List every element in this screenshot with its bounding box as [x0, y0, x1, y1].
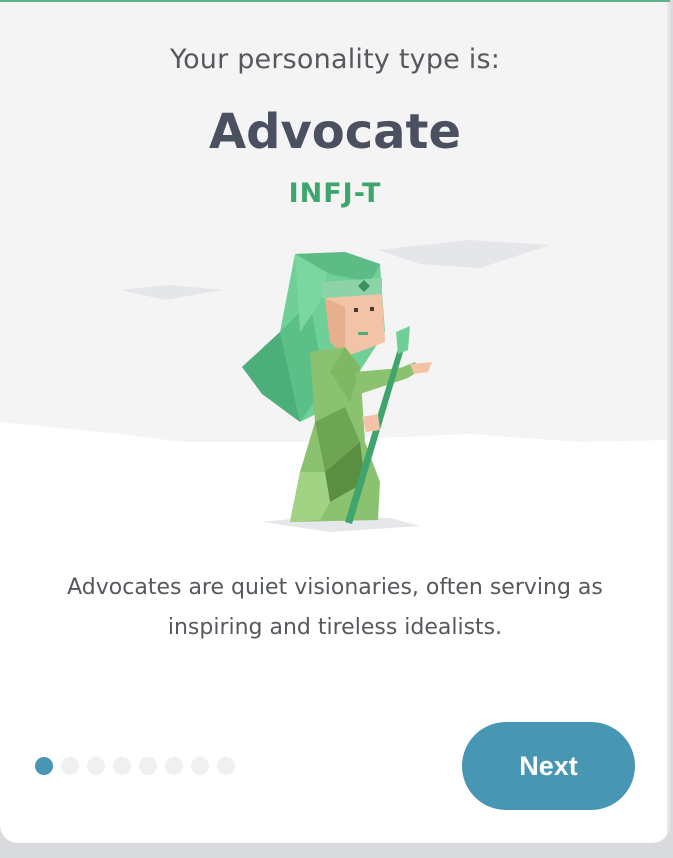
pagination-dot[interactable] — [217, 757, 235, 775]
pagination-dot[interactable] — [139, 757, 157, 775]
pagination-dot[interactable] — [191, 757, 209, 775]
pagination-dot[interactable] — [87, 757, 105, 775]
pagination-dot-active[interactable] — [35, 757, 53, 775]
personality-description: Advocates are quiet visionaries, often s… — [67, 575, 603, 640]
personality-type-code: INFJ-T — [288, 178, 382, 209]
hero-background — [0, 2, 670, 562]
personality-type-name: Advocate — [208, 104, 462, 160]
pagination-dot[interactable] — [165, 757, 183, 775]
pagination-dot[interactable] — [113, 757, 131, 775]
scrollbar — [667, 2, 670, 843]
pagination-dots — [35, 757, 235, 775]
intro-text: Your personality type is: — [169, 44, 501, 75]
next-button[interactable]: Next — [462, 722, 635, 810]
result-card: Your personality type is: Advocate INFJ-… — [0, 0, 670, 843]
pagination-dot[interactable] — [61, 757, 79, 775]
